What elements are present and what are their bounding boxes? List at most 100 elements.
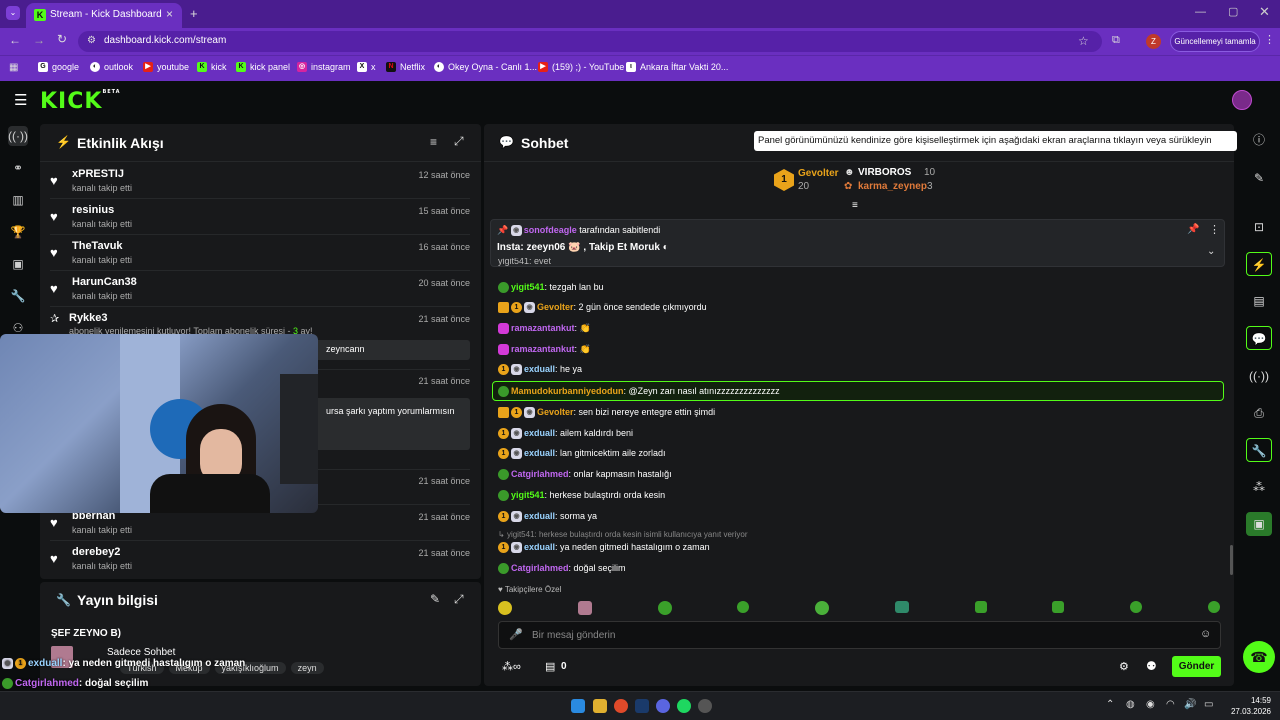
info-icon[interactable]: ⓘ: [1246, 128, 1272, 152]
minimize-icon[interactable]: —: [1195, 6, 1206, 18]
bookmark-google[interactable]: Ggoogle: [38, 62, 79, 72]
emote-icon[interactable]: [498, 601, 512, 615]
emote-icon[interactable]: [974, 601, 987, 613]
apps-grid-icon[interactable]: ▦: [9, 62, 18, 73]
chevron-down-icon[interactable]: ⌄: [1207, 246, 1215, 257]
profile-avatar[interactable]: Z: [1146, 34, 1161, 49]
bookmark-iftar[interactable]: ι Ankara İftar Vakti 20...: [626, 62, 728, 72]
discord-icon[interactable]: [656, 699, 670, 713]
video-icon[interactable]: ▣: [8, 254, 28, 274]
emote-icon[interactable]: [737, 601, 750, 613]
bookmark-netflix[interactable]: N Netflix: [386, 62, 425, 72]
kick-logo[interactable]: KICKBETA: [40, 89, 121, 114]
pencil-icon[interactable]: ✎: [1246, 166, 1272, 190]
wrench-toggle-icon[interactable]: 🔧: [1246, 438, 1272, 462]
emoji-icon[interactable]: ☺: [1200, 628, 1211, 640]
battery-icon[interactable]: ▭: [1204, 699, 1213, 710]
bookmark-youtube-159[interactable]: ▶ (159) ;) - YouTube: [538, 62, 624, 72]
emote-icon[interactable]: [577, 601, 592, 615]
chat-message[interactable]: 1 ◉ exduall: he ya: [498, 361, 582, 377]
chat-message[interactable]: 1 ◉ exduall: ailem kaldırdı beni: [498, 425, 633, 441]
pin-icon[interactable]: 📌: [1187, 224, 1199, 235]
chat-toggle-icon[interactable]: 💬: [1246, 326, 1272, 350]
tab-close-icon[interactable]: ×: [166, 7, 173, 21]
hamburger-menu-icon[interactable]: ☰: [14, 91, 27, 109]
leader-name[interactable]: Gevolter: [798, 168, 839, 179]
close-window-icon[interactable]: ✕: [1259, 4, 1270, 20]
app-icon[interactable]: ▣: [1246, 512, 1272, 536]
reload-icon[interactable]: ↻: [57, 32, 67, 46]
chat-message[interactable]: yigit541: herkese bulaştırdı orda kesin: [498, 487, 665, 503]
bookmark-instagram[interactable]: ◎ instagram: [297, 62, 351, 72]
menu-dots-icon[interactable]: ⋮: [1264, 33, 1275, 46]
users-icon[interactable]: ⁂: [1246, 475, 1272, 499]
app-taskbar-icon[interactable]: [698, 699, 712, 713]
webcam-overlay[interactable]: [0, 334, 318, 513]
bookmark-x[interactable]: Xx: [357, 62, 376, 72]
wifi-icon[interactable]: ◠: [1166, 699, 1175, 710]
emote-icon[interactable]: [1052, 601, 1065, 613]
bookmark-outlook[interactable]: ◐ outlook: [90, 62, 133, 72]
browser-tab[interactable]: K Stream - Kick Dashboard ×: [26, 3, 182, 28]
bookmark-youtube[interactable]: ▶ youtube: [143, 62, 189, 72]
tray-discord-icon[interactable]: ◍: [1126, 699, 1135, 710]
users-chat-icon[interactable]: ⚉: [1146, 659, 1157, 673]
printer-icon[interactable]: ⎙: [1246, 401, 1272, 425]
bookmark-kick[interactable]: Kkick: [197, 62, 227, 72]
chat-message[interactable]: ramazantankut: 👏: [498, 320, 591, 336]
chat-message[interactable]: yigit541: tezgah lan bu: [498, 279, 604, 295]
expand-icon[interactable]: ⤢: [454, 134, 464, 149]
emote-icon[interactable]: [657, 601, 672, 615]
site-info-icon[interactable]: ⚙: [87, 35, 96, 46]
link-icon[interactable]: ⚭: [8, 158, 28, 178]
volume-icon[interactable]: 🔊: [1184, 699, 1196, 710]
emote-icon[interactable]: [815, 601, 830, 615]
tray-steam-icon[interactable]: ◉: [1146, 699, 1155, 710]
points-icon[interactable]: ⁂∞: [502, 660, 521, 673]
mic-icon[interactable]: 🎤: [509, 628, 523, 641]
tray-chevron-icon[interactable]: ⌃: [1106, 699, 1114, 710]
spotify-icon[interactable]: [677, 699, 691, 713]
extensions-icon[interactable]: ⧉: [1112, 34, 1120, 47]
bookmark-star-icon[interactable]: ☆: [1078, 34, 1089, 48]
tab-search-icon[interactable]: ⌄: [6, 6, 20, 20]
tag[interactable]: zeyn: [290, 662, 324, 674]
forward-icon[interactable]: →: [33, 33, 45, 47]
headset-support-icon[interactable]: ☎: [1243, 641, 1275, 673]
chat-message[interactable]: ramazantankut: 👏: [498, 341, 591, 357]
more-icon[interactable]: ⋮: [1209, 223, 1220, 236]
edit-icon[interactable]: ✎: [430, 592, 440, 606]
chat-message[interactable]: Catgirlahmed: onlar kapmasın hastalığı: [498, 466, 672, 482]
maximize-icon[interactable]: ▢: [1228, 5, 1238, 18]
user-avatar[interactable]: [1232, 90, 1252, 110]
emote-icon[interactable]: [894, 601, 909, 613]
new-tab-icon[interactable]: +: [190, 6, 198, 21]
start-icon[interactable]: [571, 699, 585, 713]
file-explorer-icon[interactable]: [593, 699, 607, 713]
settings-icon[interactable]: ⚙: [1119, 660, 1129, 673]
bookmark-kick-panel[interactable]: Kkick panel: [236, 62, 290, 72]
chat-input[interactable]: 🎤 Bir mesaj gönderin ☺: [498, 621, 1221, 649]
screen-capture-icon[interactable]: ⊡: [1246, 215, 1272, 239]
chat-message[interactable]: Catgirlahmed: doğal seçilim: [498, 560, 626, 576]
bookmark-okey[interactable]: ◐ Okey Oyna - Canlı 1...: [434, 62, 537, 72]
emote-icon[interactable]: [1207, 601, 1220, 613]
emote-icon[interactable]: [1130, 601, 1143, 613]
leaderboard-toggle-icon[interactable]: ≡: [852, 200, 858, 211]
clock[interactable]: 14:59 27.03.2026: [1227, 695, 1271, 717]
update-button[interactable]: Güncellemeyi tamamla: [1170, 31, 1260, 52]
filter-icon[interactable]: ≡: [430, 135, 437, 149]
chat-message[interactable]: 1 ◉ Gevolter: 2 gün önce sendede çıkmıyord…: [498, 299, 707, 315]
chat-message-mention[interactable]: Mamudokurbanniyedodun: @Zeyn zarı nasıl …: [498, 383, 780, 399]
chat-scrollbar[interactable]: [1230, 545, 1233, 575]
send-button[interactable]: Gönder: [1172, 656, 1221, 677]
notes-icon[interactable]: ▤: [1246, 289, 1272, 313]
leader-name[interactable]: VIRBOROS: [858, 167, 911, 178]
wrench-icon[interactable]: 🔧: [8, 286, 28, 306]
steam-icon[interactable]: [635, 699, 649, 713]
chat-message[interactable]: 1 ◉ exduall: lan gitmicektim aile zorladı: [498, 445, 666, 461]
chat-message[interactable]: 1 ◉ exduall: sorma ya: [498, 508, 597, 524]
chat-message[interactable]: 1 ◉ Gevolter: sen bizi nereye entegre etti…: [498, 404, 715, 420]
analytics-icon[interactable]: ▥: [8, 190, 28, 210]
gift-icon[interactable]: ▤: [545, 660, 555, 673]
